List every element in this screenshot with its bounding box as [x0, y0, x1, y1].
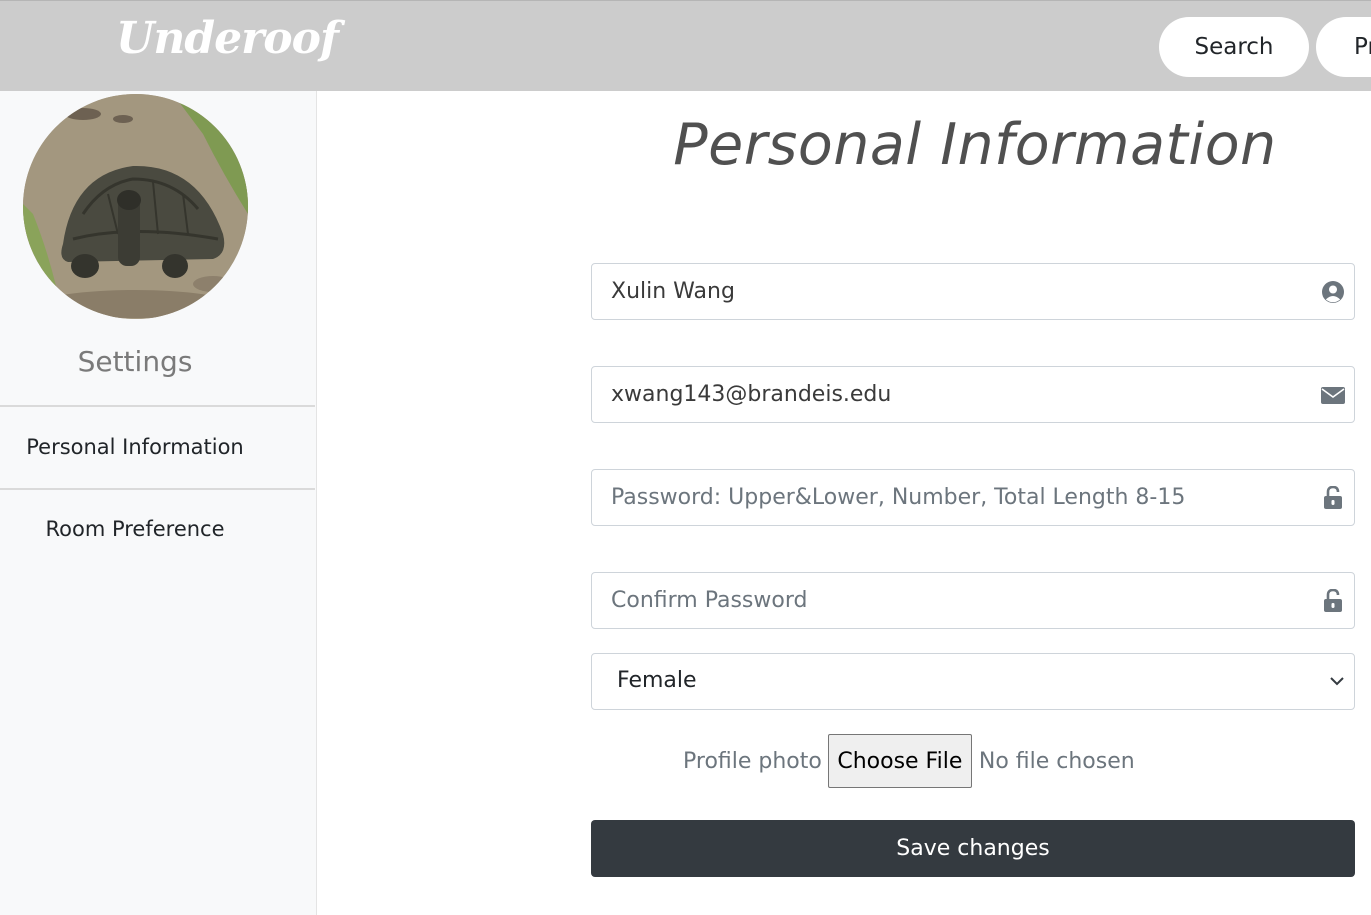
sidebar-item-personal-information[interactable]: Personal Information — [0, 435, 270, 459]
profile-photo-label: Profile photo — [683, 748, 822, 774]
brand-logo[interactable]: Underoof — [116, 13, 339, 64]
page-title: Personal Information — [673, 112, 1277, 178]
top-navbar: Underoof Search Pr — [0, 0, 1371, 91]
envelope-icon — [1320, 382, 1346, 408]
divider — [0, 405, 315, 407]
file-status-text: No file chosen — [978, 748, 1135, 774]
profile-nav-button[interactable]: Pr — [1316, 17, 1371, 77]
user-circle-icon — [1320, 279, 1346, 305]
settings-heading: Settings — [77, 345, 193, 378]
settings-sidebar: Settings Personal Information Room Prefe… — [0, 91, 317, 915]
name-input[interactable] — [592, 264, 1292, 319]
password-field — [591, 469, 1355, 526]
unlock-icon — [1320, 485, 1346, 511]
avatar — [23, 94, 248, 319]
divider — [0, 488, 315, 490]
profile-photo-row: Profile photo Choose File No file chosen — [683, 734, 1135, 788]
confirm-password-input[interactable] — [592, 573, 1292, 628]
choose-file-button[interactable]: Choose File — [827, 734, 972, 788]
unlock-icon — [1320, 588, 1346, 614]
search-nav-button[interactable]: Search — [1159, 17, 1309, 77]
gender-select[interactable]: Female — [591, 653, 1355, 710]
password-input[interactable] — [592, 470, 1292, 525]
email-field — [591, 366, 1355, 423]
tortoise-photo — [23, 94, 248, 319]
sidebar-item-room-preference[interactable]: Room Preference — [0, 517, 270, 541]
save-changes-button[interactable]: Save changes — [591, 820, 1355, 877]
confirm-password-field — [591, 572, 1355, 629]
name-field — [591, 263, 1355, 320]
chevron-down-icon — [1328, 672, 1346, 690]
gender-selected-value: Female — [617, 668, 697, 693]
email-input[interactable] — [592, 367, 1292, 422]
